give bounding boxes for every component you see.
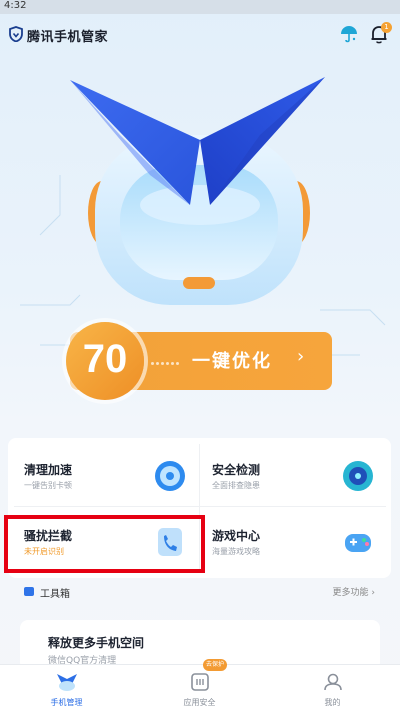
nav-label: 我的	[324, 698, 341, 707]
grid-divider-horizontal	[14, 506, 386, 507]
rec-title: 释放更多手机空间	[48, 636, 145, 650]
gamepad-icon	[345, 534, 371, 552]
screen: 4:32 腾讯手机管家 1 70 一键优化 › 清理加速 一键告别卡顿 安全检测…	[0, 0, 400, 711]
user-icon	[324, 673, 342, 691]
card-clean-speed[interactable]: 清理加速 一键告别卡顿	[12, 442, 202, 510]
status-bar: 4:32	[0, 0, 400, 14]
decor-dots	[150, 350, 180, 369]
card-title: 清理加速	[24, 463, 73, 477]
protect-badge: 去保护	[203, 659, 228, 671]
shield-icon	[9, 26, 23, 42]
more-features-link[interactable]: 更多功能 ›	[333, 585, 375, 598]
mascot-nav-icon	[57, 674, 77, 691]
nav-phone-management[interactable]: 手机管理	[0, 665, 133, 711]
app-title: 腾讯手机管家	[27, 30, 109, 45]
app-header: 腾讯手机管家 1	[0, 20, 400, 50]
nav-label: 应用安全	[183, 698, 216, 707]
card-subtitle: 一键告别卡顿	[24, 481, 72, 490]
nav-me[interactable]: 我的	[266, 665, 399, 711]
toolbox-icon	[24, 587, 34, 596]
umbrella-icon[interactable]	[338, 23, 360, 45]
radar-icon	[343, 461, 373, 491]
card-security-check[interactable]: 安全检测 全面排查隐患	[200, 442, 390, 510]
health-score: 70	[82, 337, 128, 381]
chevron-right-icon: ›	[297, 346, 305, 367]
nav-app-security[interactable]: 去保护 应用安全	[133, 659, 266, 711]
toolbox-row[interactable]: 工具箱 更多功能 ›	[8, 579, 391, 605]
card-game-center[interactable]: 游戏中心 海量游戏攻略	[200, 508, 390, 576]
speed-icon	[155, 461, 185, 491]
nav-label: 手机管理	[50, 698, 83, 707]
status-time: 4:32	[4, 0, 27, 11]
card-title: 安全检测	[212, 463, 261, 477]
app-shield-icon	[191, 673, 209, 691]
card-subtitle: 海量游戏攻略	[212, 547, 260, 556]
bottom-nav: 手机管理 去保护 应用安全 我的	[0, 659, 400, 711]
recommendation-card[interactable]: 释放更多手机空间 微信QQ官方清理	[20, 620, 380, 670]
notification-badge: 1	[381, 22, 392, 33]
card-subtitle: 全面排查隐患	[212, 481, 260, 490]
optimize-label[interactable]: 一键优化	[192, 347, 272, 373]
highlight-annotation-box	[4, 515, 205, 573]
toolbox-label: 工具箱	[40, 589, 70, 600]
card-title: 游戏中心	[212, 529, 261, 543]
